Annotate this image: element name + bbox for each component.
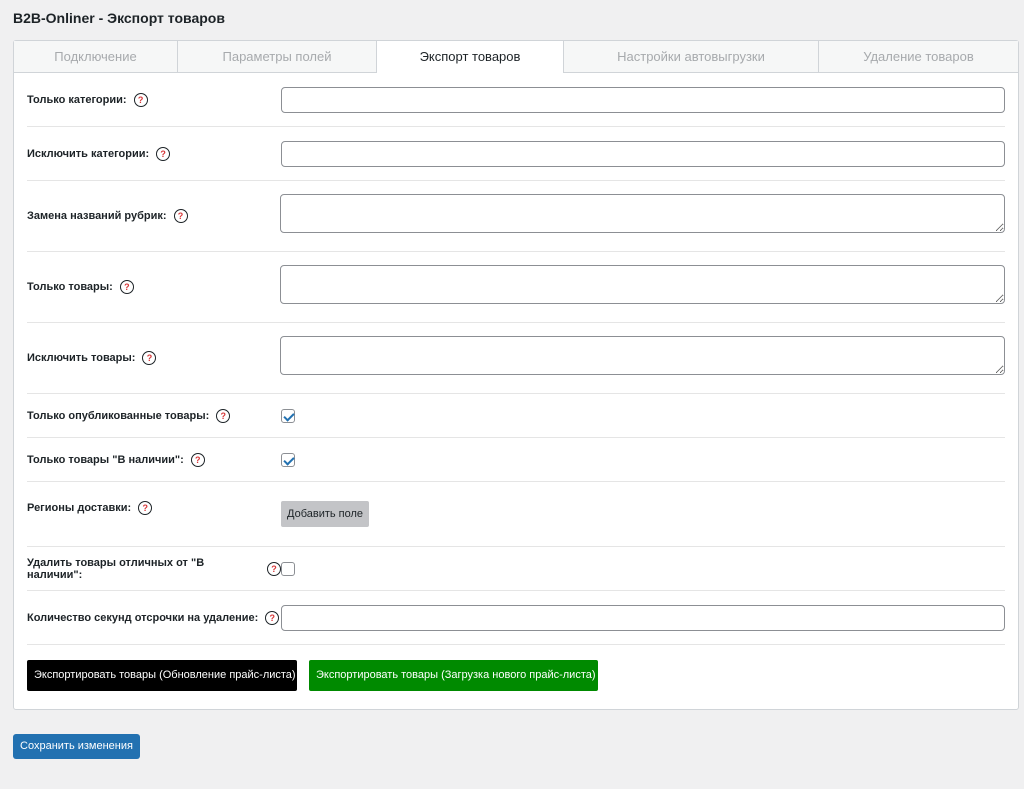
- tab-field-parameters[interactable]: Параметры полей: [178, 41, 377, 72]
- exclude-categories-input[interactable]: [281, 140, 1005, 167]
- row-only-in-stock: Только товары "В наличии": ?: [27, 438, 1005, 482]
- delete-not-in-stock-label-cell: Удалить товары отличных от "В наличии": …: [27, 557, 281, 581]
- only-categories-field-cell: [281, 86, 1005, 113]
- exclude-products-textarea[interactable]: [280, 336, 1005, 375]
- row-only-categories: Только категории: ?: [27, 73, 1005, 127]
- rename-rubrics-field-cell: [280, 194, 1005, 238]
- only-published-label-cell: Только опубликованные товары: ?: [27, 408, 281, 423]
- only-categories-label-cell: Только категории: ?: [27, 92, 281, 107]
- exclude-categories-label-cell: Исключить категории: ?: [27, 146, 281, 161]
- help-icon[interactable]: ?: [156, 146, 171, 161]
- delete-delay-label: Количество секунд отсрочки на удаление:: [27, 611, 259, 624]
- delete-delay-field-cell: [281, 604, 1005, 631]
- only-products-textarea[interactable]: [280, 265, 1005, 304]
- only-published-checkbox[interactable]: [281, 408, 295, 423]
- help-icon[interactable]: ?: [265, 610, 280, 625]
- help-icon[interactable]: ?: [138, 501, 153, 515]
- tab-export-products[interactable]: Экспорт товаров: [377, 41, 564, 73]
- add-field-button[interactable]: Добавить поле: [281, 501, 370, 527]
- rename-rubrics-label-cell: Замена названий рубрик: ?: [27, 209, 280, 223]
- exclude-categories-label: Исключить категории:: [27, 147, 150, 160]
- rename-rubrics-label: Замена названий рубрик:: [27, 210, 167, 222]
- export-new-button[interactable]: Экспортировать товары (Загрузка нового п…: [309, 660, 598, 691]
- help-icon[interactable]: ?: [173, 209, 188, 223]
- only-published-field-cell: [281, 408, 1005, 423]
- delivery-regions-label-cell: Регионы доставки: ?: [27, 501, 281, 515]
- only-categories-label: Только категории:: [27, 93, 127, 106]
- help-icon[interactable]: ?: [142, 351, 157, 365]
- row-only-published: Только опубликованные товары: ?: [27, 394, 1005, 438]
- row-delete-delay-seconds: Количество секунд отсрочки на удаление: …: [27, 591, 1005, 645]
- help-icon[interactable]: ?: [119, 280, 134, 294]
- tab-connection[interactable]: Подключение: [14, 41, 178, 72]
- row-exclude-categories: Исключить категории: ?: [27, 127, 1005, 181]
- form-rows: Только категории: ? Исключить категории:…: [14, 73, 1018, 691]
- delete-not-in-stock-checkbox[interactable]: [281, 561, 295, 576]
- row-delivery-regions: Регионы доставки: ? Добавить поле: [27, 482, 1005, 547]
- delivery-regions-label: Регионы доставки:: [27, 502, 132, 514]
- only-published-label: Только опубликованные товары:: [27, 409, 210, 422]
- only-categories-input[interactable]: [281, 86, 1005, 113]
- help-icon[interactable]: ?: [133, 92, 148, 107]
- tab-delete-products[interactable]: Удаление товаров: [819, 41, 1018, 72]
- page-title: B2B-Onliner - Экспорт товаров: [13, 10, 225, 26]
- delete-not-in-stock-label: Удалить товары отличных от "В наличии":: [27, 556, 205, 581]
- delete-delay-label-cell: Количество секунд отсрочки на удаление: …: [27, 610, 281, 625]
- row-only-products: Только товары: ?: [27, 252, 1005, 323]
- help-icon[interactable]: ?: [216, 408, 231, 423]
- only-in-stock-label-cell: Только товары "В наличии": ?: [27, 452, 281, 467]
- row-rename-rubrics: Замена названий рубрик: ?: [27, 181, 1005, 252]
- delete-delay-input[interactable]: [281, 604, 1005, 631]
- rename-rubrics-textarea[interactable]: [280, 194, 1005, 233]
- only-products-label: Только товары:: [27, 281, 113, 293]
- export-update-button[interactable]: Экспортировать товары (Обновление прайс-…: [27, 660, 297, 691]
- exclude-categories-field-cell: [281, 140, 1005, 167]
- help-icon[interactable]: ?: [267, 561, 281, 576]
- export-actions: Экспортировать товары (Обновление прайс-…: [27, 645, 1005, 691]
- delivery-regions-field-cell: Добавить поле: [281, 501, 1005, 527]
- delete-not-in-stock-field-cell: [281, 561, 1005, 576]
- tab-bar: Подключение Параметры полей Экспорт това…: [14, 41, 1018, 73]
- only-in-stock-field-cell: [281, 452, 1005, 467]
- exclude-products-field-cell: [280, 336, 1005, 380]
- exclude-products-label: Исключить товары:: [27, 352, 136, 364]
- only-products-field-cell: [280, 265, 1005, 309]
- settings-panel: Подключение Параметры полей Экспорт това…: [13, 40, 1019, 710]
- only-products-label-cell: Только товары: ?: [27, 280, 280, 294]
- exclude-products-label-cell: Исключить товары: ?: [27, 351, 280, 365]
- row-delete-not-in-stock: Удалить товары отличных от "В наличии": …: [27, 547, 1005, 591]
- only-in-stock-label: Только товары "В наличии":: [27, 453, 184, 466]
- help-icon[interactable]: ?: [190, 452, 205, 467]
- tab-autoexport-settings[interactable]: Настройки автовыгрузки: [564, 41, 819, 72]
- row-exclude-products: Исключить товары: ?: [27, 323, 1005, 394]
- only-in-stock-checkbox[interactable]: [281, 452, 295, 467]
- save-changes-button[interactable]: Сохранить изменения: [13, 734, 140, 759]
